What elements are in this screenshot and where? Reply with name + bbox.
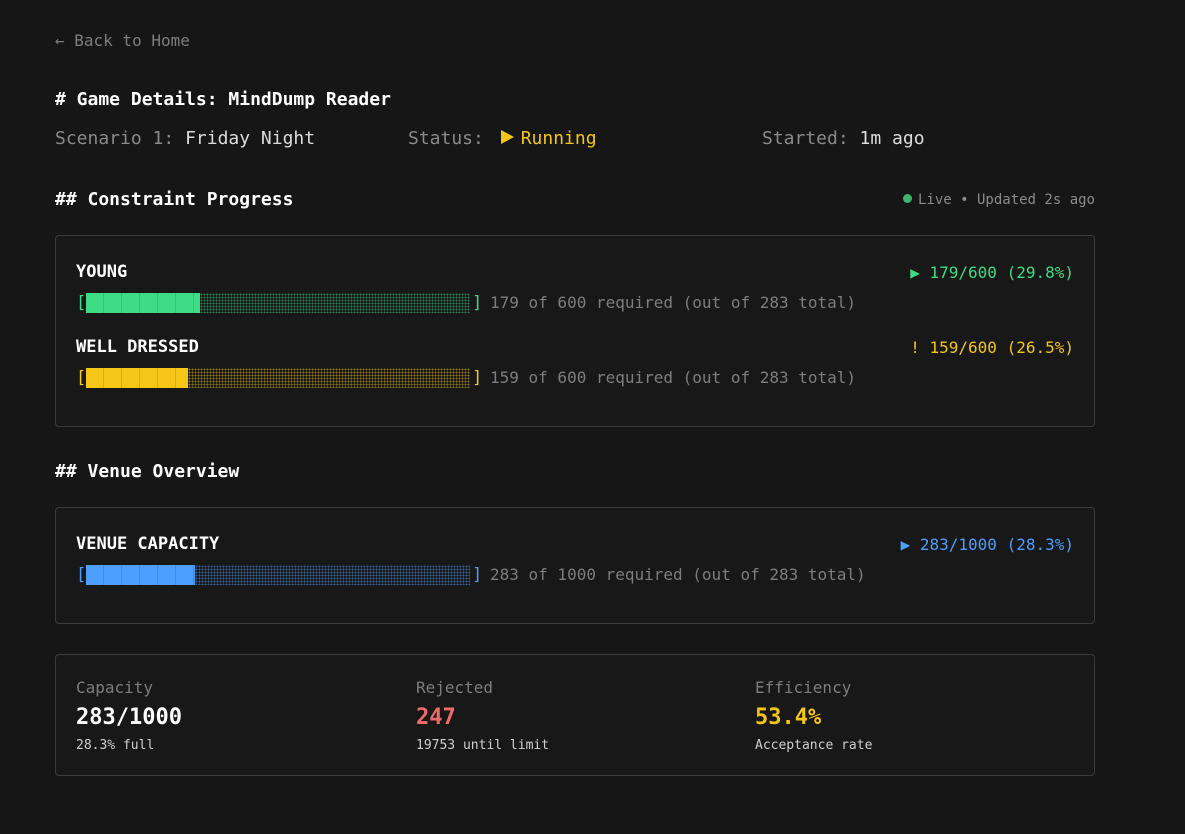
venue-capacity-name: VENUE CAPACITY (76, 534, 220, 554)
venue-panel: VENUE CAPACITY ▶ 283/1000 (28.3%) [ ] 28… (55, 507, 1095, 624)
stats-panel: Capacity 283/1000 28.3% full Rejected 24… (55, 654, 1095, 776)
progress-fill (86, 293, 200, 313)
stat-rejected-label: Rejected (416, 678, 494, 697)
progress-remaining (188, 368, 470, 388)
constraint-note-young: 179 of 600 required (out of 283 total) (490, 293, 857, 312)
constraint-panel: YOUNG ▶ 179/600 (29.8%) [ ] 179 of 600 r… (55, 235, 1095, 427)
stat-efficiency-label: Efficiency (755, 678, 852, 697)
venue-overview-heading: ## Venue Overview (55, 461, 240, 482)
started-value: 1m ago (859, 128, 925, 149)
stat-capacity-sub: 28.3% full (76, 738, 155, 753)
constraint-stat-well-dressed: ! 159/600 (26.5%) (910, 338, 1074, 357)
constraint-name-young: YOUNG (76, 262, 128, 282)
constraint-name-well-dressed: WELL DRESSED (76, 337, 199, 357)
live-indicator: Live • Updated 2s ago (902, 192, 1095, 208)
page-title: # Game Details: MindDump Reader (55, 89, 391, 110)
constraint-stat-value: 159/600 (26.5%) (929, 338, 1075, 357)
progress-remaining (195, 565, 470, 585)
scenario-info: Scenario 1: Friday Night (55, 128, 315, 149)
scenario-value: Friday Night (185, 128, 316, 149)
progress-fill (86, 368, 188, 388)
back-to-home-link[interactable]: ← Back to Home (55, 31, 190, 50)
stat-rejected-value: 247 (416, 705, 456, 730)
progress-track (86, 565, 470, 585)
scenario-label: Scenario 1: (55, 128, 175, 149)
play-icon (500, 130, 514, 144)
status-value: Running (520, 128, 597, 149)
constraint-progress-heading: ## Constraint Progress (55, 189, 294, 210)
play-icon: ▶ (900, 535, 911, 554)
status-info: Status: Running (408, 128, 597, 149)
stat-capacity-label: Capacity (76, 678, 154, 697)
started-label: Started: (762, 128, 849, 149)
stat-capacity-value: 283/1000 (76, 705, 182, 730)
progress-track (86, 293, 470, 313)
stat-efficiency-value: 53.4% (755, 705, 822, 730)
progress-track (86, 368, 470, 388)
status-label: Status: (408, 128, 484, 149)
live-dot-icon (902, 194, 912, 203)
constraint-stat-value: 179/600 (29.8%) (929, 263, 1075, 282)
venue-capacity-note: 283 of 1000 required (out of 283 total) (490, 565, 866, 584)
stat-efficiency-sub: Acceptance rate (755, 738, 873, 753)
started-info: Started: 1m ago (762, 128, 925, 149)
play-icon: ▶ (910, 263, 920, 282)
game-meta: Scenario 1: Friday Night Status: Running… (55, 128, 1095, 152)
constraint-stat-young: ▶ 179/600 (29.8%) (910, 263, 1074, 282)
warning-icon: ! (910, 338, 920, 357)
stat-rejected-sub: 19753 until limit (416, 738, 550, 753)
live-label: Live • Updated 2s ago (917, 192, 1095, 208)
progress-fill (86, 565, 195, 585)
progress-remaining (200, 293, 470, 313)
venue-capacity-stat: ▶ 283/1000 (28.3%) (901, 535, 1074, 554)
venue-stat-value: 283/1000 (28.3%) (919, 535, 1074, 554)
constraint-note-well-dressed: 159 of 600 required (out of 283 total) (490, 368, 857, 387)
